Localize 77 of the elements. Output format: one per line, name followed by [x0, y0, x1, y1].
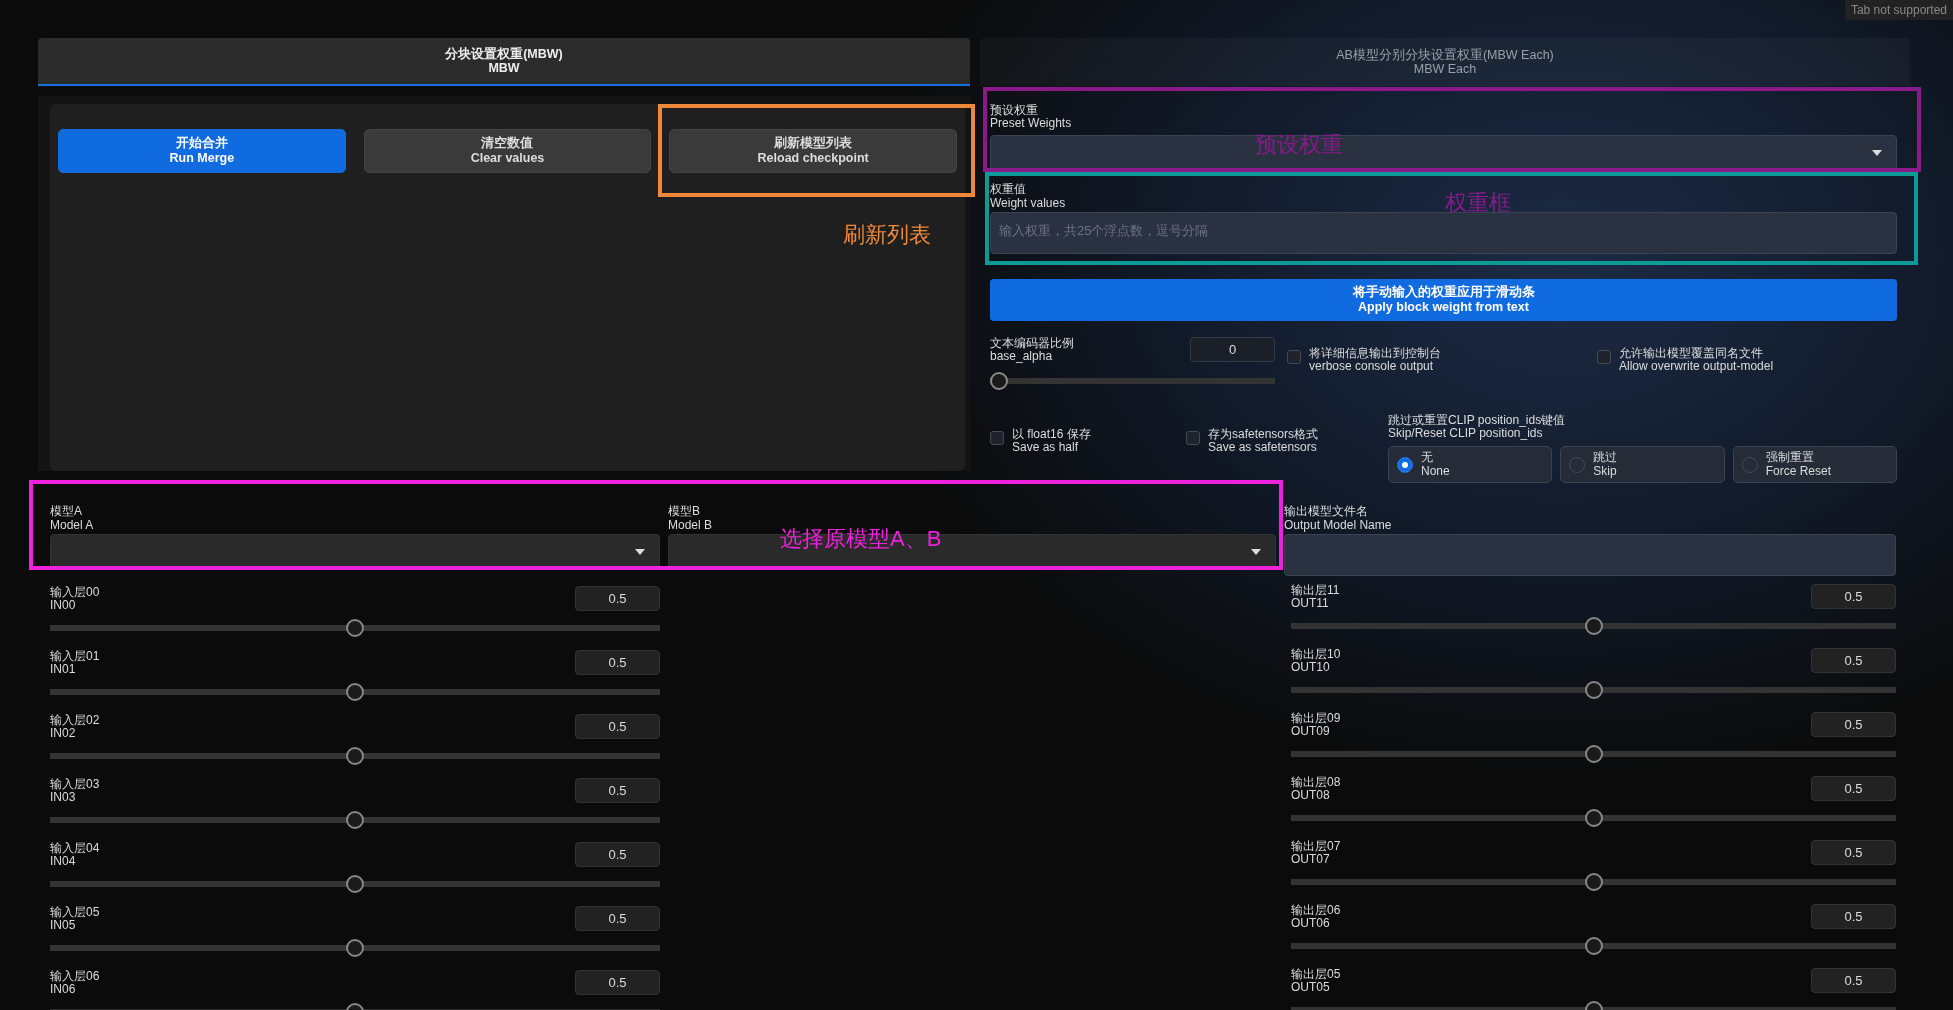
field-label: 输出层10 OUT10	[1291, 647, 1341, 675]
field-label: 文本编码器比例 base_alpha	[990, 336, 1074, 364]
field-label: 输入层01 IN01	[50, 649, 100, 677]
output-name-field[interactable]	[1284, 533, 1896, 576]
value-field[interactable]: 0.5	[575, 585, 660, 611]
value-field[interactable]: 0.5	[1811, 647, 1896, 673]
action-button[interactable]: 清空数值 Clear values	[363, 129, 652, 173]
radio-option[interactable]: 无 None	[1388, 446, 1553, 484]
field-label: 输入层03 IN03	[50, 777, 100, 805]
checkbox-label: 存为safetensors格式 Save as safetensors	[1208, 427, 1319, 457]
field-label: 输入层04 IN04	[50, 841, 100, 869]
annotation-label: 选择原模型A、B	[780, 525, 942, 553]
value-field[interactable]: 0.5	[1811, 775, 1896, 801]
field-label: 输出层11 OUT11	[1291, 583, 1340, 611]
radio-button[interactable]	[1569, 456, 1586, 473]
caret-icon	[1872, 150, 1882, 157]
checkbox-label: 以 float16 保存 Save as half	[1012, 427, 1091, 457]
caret-icon	[635, 548, 645, 555]
action-button[interactable]: 刷新模型列表 Reload checkpoint	[669, 129, 957, 173]
slider-thumb[interactable]	[346, 938, 364, 957]
slider-thumb[interactable]	[1584, 744, 1603, 763]
value-field[interactable]: 0	[1190, 336, 1275, 362]
checkbox[interactable]	[1597, 349, 1611, 364]
field-label: 输入层05 IN05	[50, 905, 100, 933]
field-label: 输出层08 OUT08	[1291, 775, 1341, 803]
annotation-label: 刷新列表	[843, 221, 931, 249]
value-field[interactable]: 0.5	[1811, 583, 1896, 609]
checkbox-label: 允许输出模型覆盖同名文件 Allow overwrite output-model	[1619, 346, 1774, 376]
value-field[interactable]: 0.5	[575, 841, 660, 867]
slider-thumb[interactable]	[990, 371, 1008, 390]
field-label: 输出层06 OUT06	[1291, 903, 1341, 931]
value-field[interactable]: 0.5	[1811, 839, 1896, 865]
field-label: 输入层06 IN06	[50, 969, 100, 997]
value-field[interactable]: 0.5	[575, 649, 660, 675]
checkbox[interactable]	[990, 430, 1004, 445]
slider-thumb[interactable]	[1584, 808, 1603, 827]
slider-thumb[interactable]	[1584, 872, 1603, 891]
value-field[interactable]: 0.5	[1811, 711, 1896, 737]
radio-option[interactable]: 跳过 Skip	[1560, 446, 1725, 484]
field-label: 模型A Model A	[50, 505, 94, 533]
field-label: 输出层05 OUT05	[1291, 967, 1341, 995]
field-label: 模型B Model B	[668, 505, 713, 533]
value-field[interactable]: 0.5	[1811, 903, 1896, 929]
slider-thumb[interactable]	[346, 810, 364, 829]
checkbox[interactable]	[1287, 349, 1301, 364]
value-field[interactable]: 0.5	[575, 905, 660, 931]
slider-thumb[interactable]	[346, 746, 364, 765]
slider-thumb[interactable]	[346, 874, 364, 893]
tab[interactable]: 分块设置权重(MBW) MBW	[38, 38, 970, 86]
slider-thumb[interactable]	[1584, 616, 1603, 635]
slider-thumb[interactable]	[1584, 680, 1603, 699]
field-label: 输入层00 IN00	[50, 585, 100, 613]
field-label: 输出模型文件名 Output Model Name	[1284, 505, 1392, 533]
tab[interactable]: AB模型分别分块设置权重(MBW Each) MBW Each	[980, 38, 1910, 86]
value-field[interactable]: 0.5	[575, 777, 660, 803]
slider-thumb[interactable]	[346, 618, 364, 637]
field-label: 输出层07 OUT07	[1291, 839, 1341, 867]
caret-icon	[1251, 548, 1261, 555]
radio-button[interactable]	[1397, 456, 1413, 473]
value-field[interactable]: 0.5	[575, 969, 660, 995]
field-label: 权重值 Weight values	[990, 183, 1066, 211]
slider-thumb[interactable]	[346, 682, 364, 701]
checkbox-label: 将详细信息输出到控制台 verbose console output	[1309, 346, 1441, 376]
checkbox[interactable]	[1186, 430, 1200, 445]
apply-button[interactable]: 将手动输入的权重应用于滑动条 Apply block weight from text	[990, 278, 1897, 321]
field-label: 预设权重 Preset Weights	[990, 104, 1072, 131]
annotation-label: 预设权重	[1255, 131, 1343, 159]
radio-option[interactable]: 强制重置 Force Reset	[1732, 446, 1897, 484]
value-field[interactable]: 0.5	[575, 713, 660, 739]
status-badge: Tab not supported	[1844, 0, 1953, 20]
value-field[interactable]: 0.5	[1811, 967, 1896, 993]
slider-thumb[interactable]	[1584, 936, 1603, 955]
field-label: 跳过或重置CLIP position_ids键值 Skip/Reset CLIP position_ids	[1388, 413, 1566, 441]
field-label: 输出层09 OUT09	[1291, 711, 1341, 739]
radio-button[interactable]	[1741, 456, 1758, 473]
action-button[interactable]: 开始合并 Run Merge	[58, 129, 346, 173]
field-label: 输入层02 IN02	[50, 713, 100, 741]
